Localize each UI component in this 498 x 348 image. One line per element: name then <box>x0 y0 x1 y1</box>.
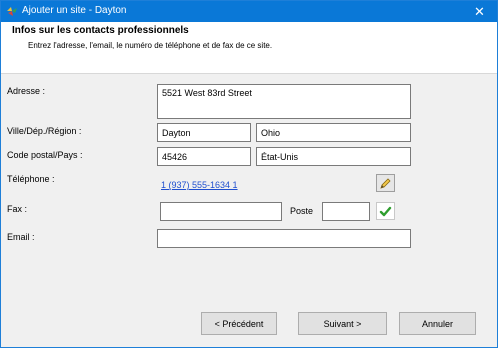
address-field[interactable]: 5521 West 83rd Street <box>157 84 411 119</box>
fax-field[interactable] <box>160 202 282 221</box>
city-field[interactable] <box>157 123 251 142</box>
email-field[interactable] <box>157 229 411 248</box>
header-title: Infos sur les contacts professionnels <box>12 25 189 36</box>
postal-label: Code postal/Pays : <box>7 150 83 160</box>
checkmark-icon <box>379 206 392 216</box>
next-button[interactable]: Suivant > <box>298 312 387 335</box>
next-button-label: Suivant > <box>323 318 362 329</box>
dialog-window: Ajouter un site - Dayton ✕ Infos sur les… <box>0 0 498 348</box>
country-field[interactable] <box>256 147 411 166</box>
region-field[interactable] <box>256 123 411 142</box>
email-label: Email : <box>7 232 35 242</box>
header-subtitle: Entrez l'adresse, l'email, le numéro de … <box>28 41 273 50</box>
edit-phone-button[interactable] <box>376 174 395 192</box>
phone-label: Téléphone : <box>7 174 55 184</box>
fax-label: Fax : <box>7 204 28 214</box>
address-label: Adresse : <box>7 86 46 96</box>
extension-label: Poste <box>290 206 314 216</box>
title-bar: Ajouter un site - Dayton ✕ <box>1 1 497 22</box>
close-button[interactable]: ✕ <box>462 1 497 22</box>
previous-button[interactable]: < Précédent <box>201 312 277 335</box>
extension-field[interactable] <box>322 202 370 221</box>
app-logo-icon <box>7 7 17 16</box>
previous-button-label: < Précédent <box>214 318 264 329</box>
phone-link[interactable]: 1 (937) 555-1634 1 <box>161 180 238 190</box>
cancel-button[interactable]: Annuler <box>399 312 476 335</box>
cancel-button-label: Annuler <box>421 318 454 329</box>
close-icon: ✕ <box>474 4 485 19</box>
confirm-fax-button[interactable] <box>376 202 395 220</box>
window-title: Ajouter un site - Dayton <box>22 5 127 16</box>
wizard-header: Infos sur les contacts professionnels En… <box>1 22 497 74</box>
city-label: Ville/Dép./Région : <box>7 126 82 136</box>
pencil-icon <box>380 177 391 189</box>
postal-code-field[interactable] <box>157 147 251 166</box>
